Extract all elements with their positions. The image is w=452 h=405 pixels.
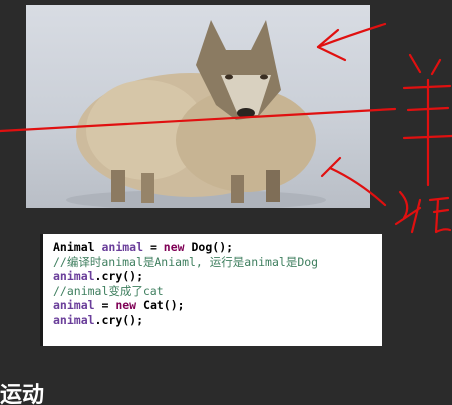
code-line: Animal animal = new Dog(); — [53, 240, 372, 255]
code-token: = — [94, 298, 116, 312]
code-token: animal — [53, 312, 95, 327]
code-line: //编译时animal是Aniaml, 运行是animal是Dog — [53, 255, 372, 270]
code-token: = — [143, 240, 164, 254]
code-token: animal — [101, 240, 144, 254]
handwritten-sheep-char — [402, 53, 452, 187]
code-line: animal.cry(); — [53, 313, 372, 328]
sheep-wolf-photo-icon — [66, 20, 326, 208]
code-comment: //编译时animal是Aniaml, 运行是animal是Dog — [53, 254, 319, 269]
bottom-caption: 运动 — [0, 383, 45, 405]
code-token: Animal — [53, 240, 102, 254]
code-comment: //animal变成了cat — [53, 283, 164, 298]
code-token: Dog(); — [184, 240, 234, 254]
code-line: //animal变成了cat — [53, 284, 372, 299]
code-line: animal.cry(); — [53, 269, 372, 284]
code-token: animal — [53, 269, 95, 283]
code-token: Cat(); — [136, 298, 185, 312]
code-token: animal — [53, 298, 95, 312]
code-snippet: Animal animal = new Dog(); //编译时animal是A… — [40, 234, 382, 346]
wolf-sheep-image — [26, 5, 370, 208]
code-token: .cry(); — [94, 312, 144, 327]
code-token: new — [115, 298, 137, 312]
code-line: animal = new Cat(); — [53, 298, 372, 313]
handwritten-wolf-char — [394, 190, 452, 234]
code-token: new — [163, 240, 185, 254]
code-token: .cry(); — [94, 269, 144, 283]
